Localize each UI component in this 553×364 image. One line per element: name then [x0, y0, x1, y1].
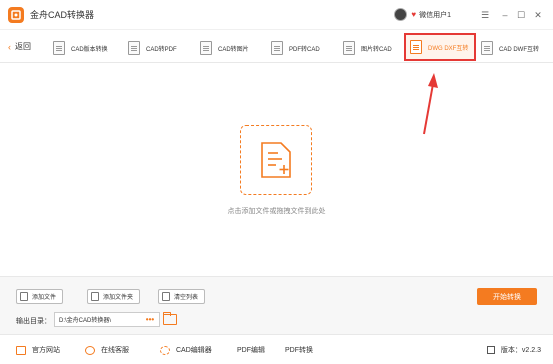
minimize-button[interactable]: – — [499, 9, 511, 21]
title-bar: 金舟CAD转换器 ♥ 微信用户1 ☰ – ☐ ✕ — [0, 0, 553, 30]
app-logo-icon — [8, 6, 24, 23]
add-file-dropzone[interactable] — [240, 125, 312, 195]
bottom-panel: 添加文件 添加文件夹 清空列表 开始转换 输出目录： D:\金舟CAD转换器\ … — [0, 276, 553, 334]
dwg-file-icon — [410, 40, 422, 54]
online-support-link[interactable]: 在线客服 — [85, 345, 129, 355]
avatar[interactable] — [394, 8, 408, 21]
tool-cad-to-pdf[interactable]: CAD转PDF — [128, 37, 177, 59]
official-site-link[interactable]: 官方网站 — [16, 345, 60, 355]
maximize-button[interactable]: ☐ — [515, 9, 527, 21]
status-bar: 官方网站 在线客服 CAD编辑器 PDF编辑 PDF转换 版本：v2.2.3 — [0, 334, 553, 364]
tool-cad-version-convert[interactable]: CAD版本转换 — [53, 37, 108, 59]
cad-editor-link[interactable]: CAD编辑器 — [160, 345, 212, 355]
file-drop-area[interactable]: 点击添加文件或拖拽文件到此处 — [0, 64, 553, 274]
pdf-file-icon — [271, 41, 283, 55]
file-icon — [20, 292, 28, 301]
back-button[interactable]: ‹ 返回 — [8, 41, 31, 52]
open-folder-icon[interactable] — [163, 312, 177, 325]
clear-list-button[interactable]: 清空列表 — [158, 289, 206, 304]
add-file-label: 添加文件 — [32, 295, 57, 301]
tool-label: 图片转CAD — [361, 46, 392, 53]
version-icon — [486, 346, 495, 354]
tool-label: DWG DXF互转 — [428, 45, 469, 52]
status-item-label: CAD编辑器 — [176, 347, 212, 354]
drop-hint-text: 点击添加文件或拖拽文件到此处 — [227, 208, 326, 215]
image-file-icon — [200, 41, 212, 55]
status-item-label: 官方网站 — [32, 347, 60, 354]
output-dir-label: 输出目录： — [16, 318, 51, 325]
tool-cad-to-image[interactable]: CAD转图片 — [200, 37, 249, 59]
tool-label: PDF转CAD — [289, 46, 320, 53]
add-file-button[interactable]: 添加文件 — [16, 289, 64, 304]
image-file-icon — [343, 41, 355, 55]
status-item-label: PDF编辑 — [237, 347, 265, 354]
username[interactable]: 微信用户1 — [419, 10, 451, 20]
add-folder-label: 添加文件夹 — [103, 295, 134, 301]
version-info[interactable]: 版本：v2.2.3 — [486, 345, 541, 355]
tool-pdf-to-cad[interactable]: PDF转CAD — [271, 37, 320, 59]
dwf-file-icon — [481, 41, 493, 55]
tool-label: CAD转PDF — [146, 46, 177, 53]
chevron-left-icon: ‹ — [8, 41, 11, 52]
tool-label: CAD DWF互转 — [499, 46, 539, 53]
tool-cad-dwf-convert[interactable]: CAD DWF互转 — [481, 37, 539, 59]
close-button[interactable]: ✕ — [532, 9, 544, 21]
cad-file-icon — [53, 41, 65, 55]
tool-label: CAD转图片 — [218, 46, 249, 53]
monitor-icon — [16, 345, 26, 355]
status-item-label: 在线客服 — [101, 347, 129, 354]
start-convert-button[interactable]: 开始转换 — [477, 288, 537, 305]
user-account[interactable]: ♥ 微信用户1 — [394, 8, 451, 21]
add-folder-button[interactable]: 添加文件夹 — [87, 289, 141, 304]
folder-icon — [91, 292, 99, 301]
vip-heart-icon: ♥ — [411, 10, 417, 19]
support-person-icon — [85, 345, 95, 355]
trash-icon — [162, 292, 170, 301]
tool-image-to-cad[interactable]: 图片转CAD — [343, 37, 392, 59]
app-title: 金舟CAD转换器 — [30, 10, 95, 20]
status-item-label: PDF转换 — [285, 347, 313, 354]
menu-icon[interactable]: ☰ — [479, 9, 491, 21]
clear-list-label: 清空列表 — [174, 295, 199, 301]
cad-editor-icon — [160, 345, 170, 355]
function-toolbar: ‹ 返回 CAD版本转换 CAD转PDF CAD转图片 PDF转CAD 图片转C… — [0, 31, 553, 63]
pdf-file-icon — [128, 41, 140, 55]
version-label: 版本：v2.2.3 — [500, 347, 541, 354]
add-document-icon — [261, 142, 291, 178]
tool-dwg-dxf-convert[interactable]: DWG DXF互转 — [404, 33, 476, 61]
pdf-convert-link[interactable]: PDF转换 — [285, 345, 313, 355]
tool-label: CAD版本转换 — [71, 46, 108, 53]
back-label: 返回 — [15, 42, 31, 51]
browse-more-icon[interactable]: ••• — [140, 313, 160, 326]
pdf-editor-link[interactable]: PDF编辑 — [237, 345, 265, 355]
